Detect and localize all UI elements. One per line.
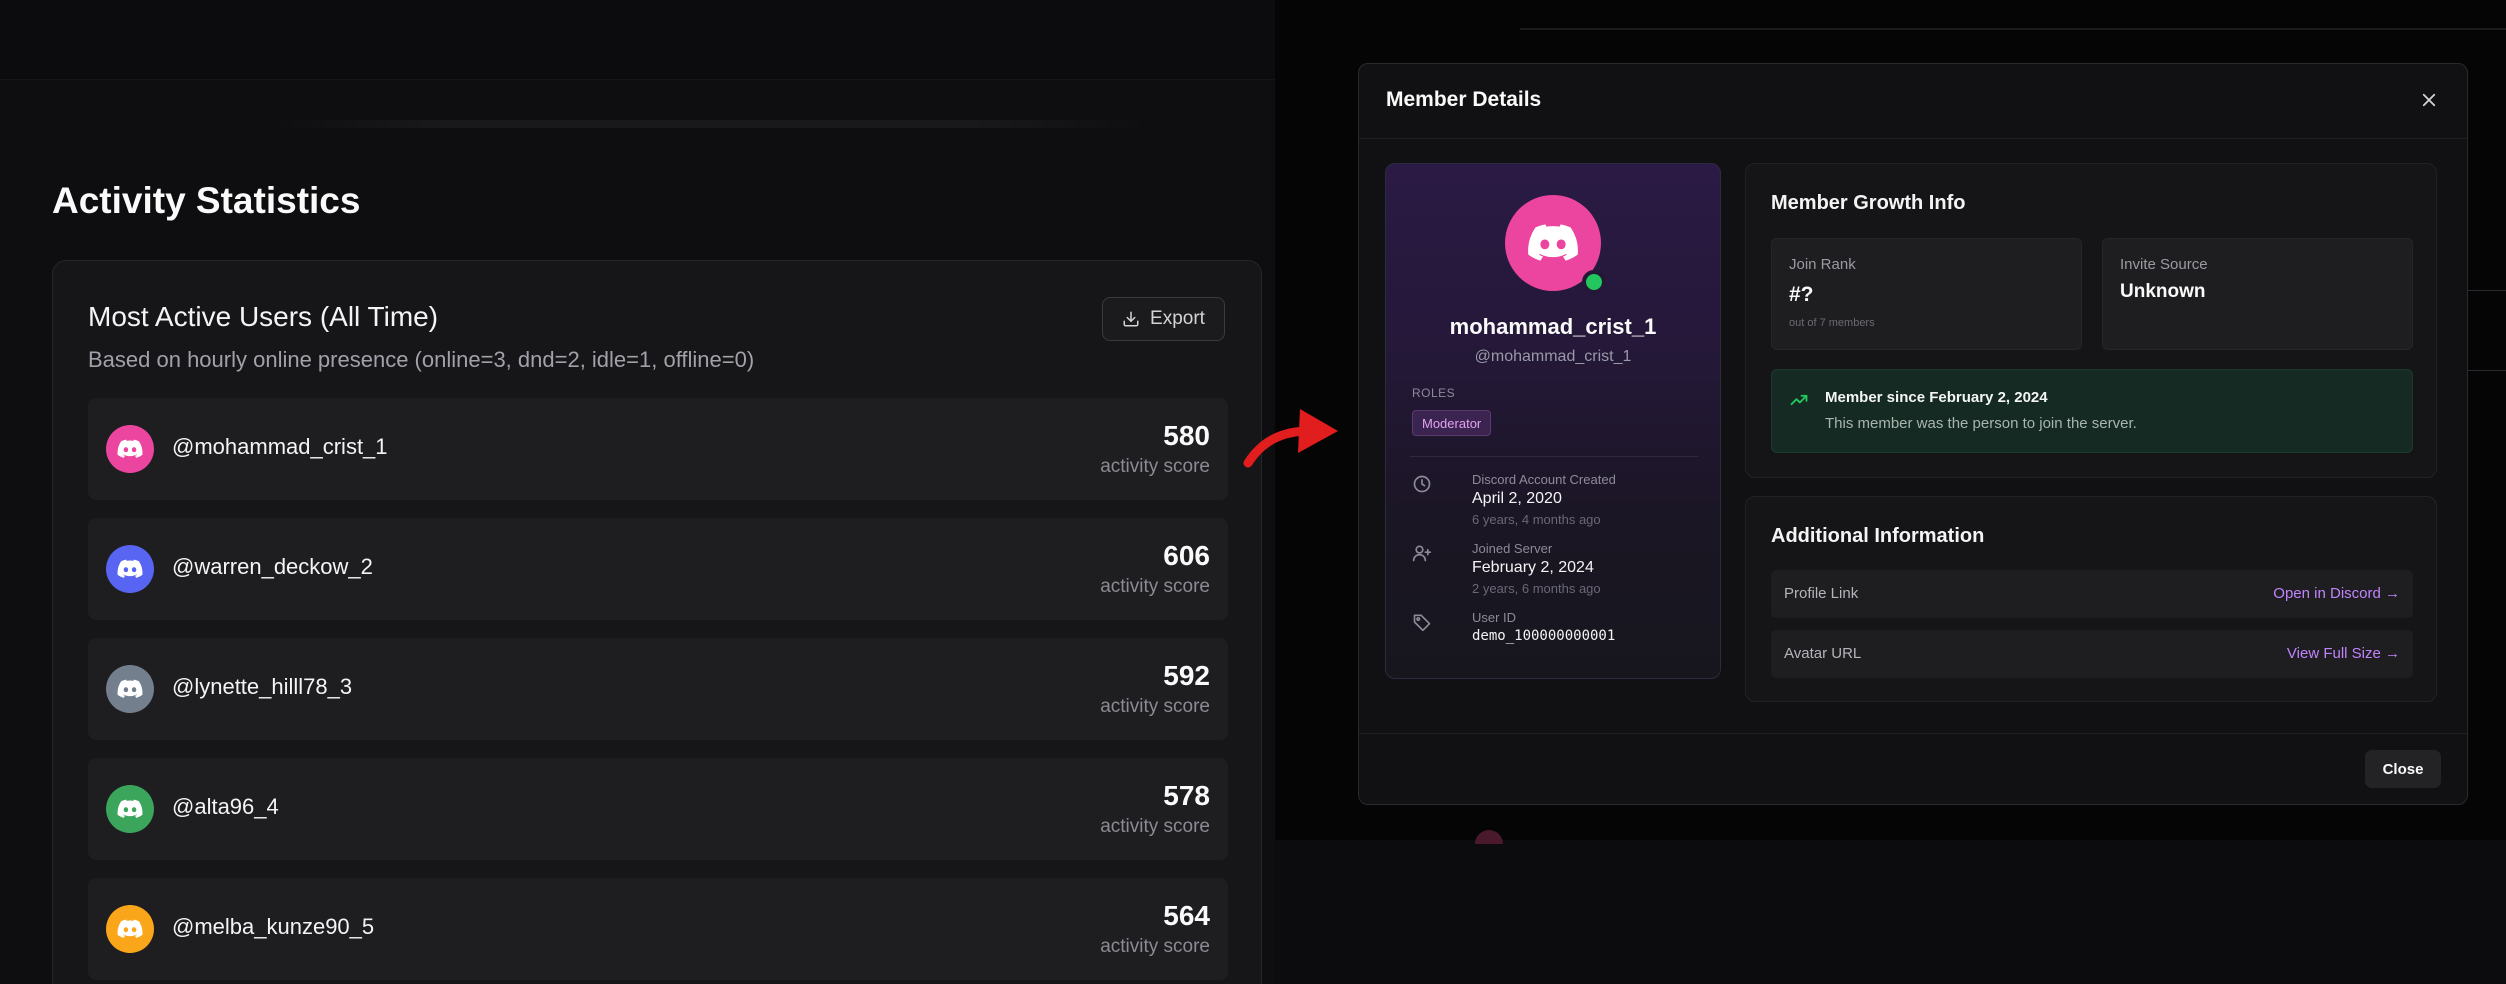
member-since-text: This member was the person to join the s… [1825,415,2137,432]
open-in-discord-link[interactable]: Open in Discord → [2273,585,2400,602]
additional-information-card: Additional Information Profile Link Open… [1745,496,2437,702]
username: @alta96_4 [172,794,279,819]
modal-title: Member Details [1386,88,1542,111]
stat-value: Unknown [2120,281,2206,302]
user-row[interactable]: @alta96_4 578 activity score [88,758,1228,860]
top-bar [0,0,1275,80]
discord-icon [117,559,143,578]
info-sub: 6 years, 4 months ago [1472,512,1601,527]
activity-score-label: activity score [1100,816,1210,837]
info-label: Discord Account Created [1472,472,1616,487]
card-subtitle: Based on hourly online presence (online=… [88,347,755,372]
page-title: Activity Statistics [52,180,361,221]
user-row[interactable]: @lynette_hilll78_3 592 activity score [88,638,1228,740]
username: @warren_deckow_2 [172,554,373,579]
divider [2468,290,2506,291]
role-badge: Moderator [1412,410,1492,436]
profile-link-row: Profile Link Open in Discord → [1771,570,2413,618]
discord-icon [117,799,143,818]
activity-score-label: activity score [1100,576,1210,597]
profile-name: mohammad_crist_1 [1449,314,1657,339]
profile-link-label: Profile Link [1784,585,1859,602]
avatar-url-label: Avatar URL [1784,645,1862,662]
divider [2468,370,2506,371]
export-button[interactable]: Export [1102,297,1225,341]
export-label: Export [1150,308,1205,329]
avatar [106,665,154,713]
user-plus-icon [1412,545,1432,562]
stat-value: #? [1789,283,1814,306]
avatar [106,425,154,473]
card-title: Most Active Users (All Time) [88,301,439,332]
trending-up-icon [1790,394,1808,406]
activity-score: 606 [1163,540,1210,571]
clock-icon [1413,475,1431,493]
avatar [106,905,154,953]
activity-score-label: activity score [1100,456,1210,477]
tag-icon [1413,614,1431,632]
avatar [106,785,154,833]
activity-score-label: activity score [1100,696,1210,717]
section-title: Additional Information [1771,525,1985,547]
invite-source-box: Invite Source Unknown [2102,238,2413,350]
user-id-value: demo_100000000001 [1472,628,1616,644]
activity-score: 580 [1163,420,1210,451]
view-full-size-link[interactable]: View Full Size → [2287,645,2400,662]
profile-handle: @mohammad_crist_1 [1474,348,1632,365]
roles-label: ROLES [1412,386,1456,400]
activity-panel: Activity Statistics Most Active Users (A… [0,0,1275,984]
section-title: Member Growth Info [1771,192,1966,214]
username: @mohammad_crist_1 [172,434,388,459]
activity-score: 592 [1163,660,1210,691]
member-since-banner: Member since February 2, 2024 This membe… [1771,369,2413,453]
avatar [106,545,154,593]
info-value: February 2, 2024 [1472,559,1594,576]
download-icon [1123,311,1139,327]
info-sub: 2 years, 6 months ago [1472,581,1601,596]
close-button[interactable]: Close [2365,750,2441,788]
username: @melba_kunze90_5 [172,914,375,939]
divider [1410,456,1698,457]
divider [270,120,1150,128]
page-background [1275,840,2506,984]
avatar-url-row: Avatar URL View Full Size → [1771,630,2413,678]
info-value: April 2, 2020 [1472,490,1562,507]
online-status-indicator [1582,270,1606,294]
divider [1520,28,2506,30]
modal-header: Member Details [1359,64,2467,139]
activity-score: 578 [1163,780,1210,811]
discord-icon [117,919,143,938]
member-growth-card: Member Growth Info Join Rank #? out of 7… [1745,163,2437,478]
discord-icon [117,679,143,698]
stat-label: Invite Source [2120,256,2208,273]
close-icon[interactable] [2417,88,2441,112]
user-row[interactable]: @warren_deckow_2 606 activity score [88,518,1228,620]
arrow-annotation-icon [1243,409,1338,468]
stat-sub: out of 7 members [1789,317,1875,329]
activity-score-label: activity score [1100,936,1210,957]
info-label: User ID [1472,610,1517,625]
info-label: Joined Server [1472,541,1553,556]
profile-card: mohammad_crist_1 @mohammad_crist_1 ROLES… [1385,163,1721,679]
username: @lynette_hilll78_3 [172,674,353,699]
user-row[interactable]: @mohammad_crist_1 580 activity score [88,398,1228,500]
member-since-title: Member since February 2, 2024 [1825,389,2048,406]
most-active-users-card: Most Active Users (All Time) Based on ho… [52,260,1262,984]
discord-icon [117,439,143,458]
discord-icon [1528,224,1578,261]
user-row[interactable]: @melba_kunze90_5 564 activity score [88,878,1228,980]
join-rank-box: Join Rank #? out of 7 members [1771,238,2082,350]
modal-footer: Close [1359,733,2467,804]
member-details-modal: Member Details mohammad_crist_1 @mohamma… [1358,63,2468,805]
stat-label: Join Rank [1789,256,1856,273]
activity-score: 564 [1163,900,1210,931]
